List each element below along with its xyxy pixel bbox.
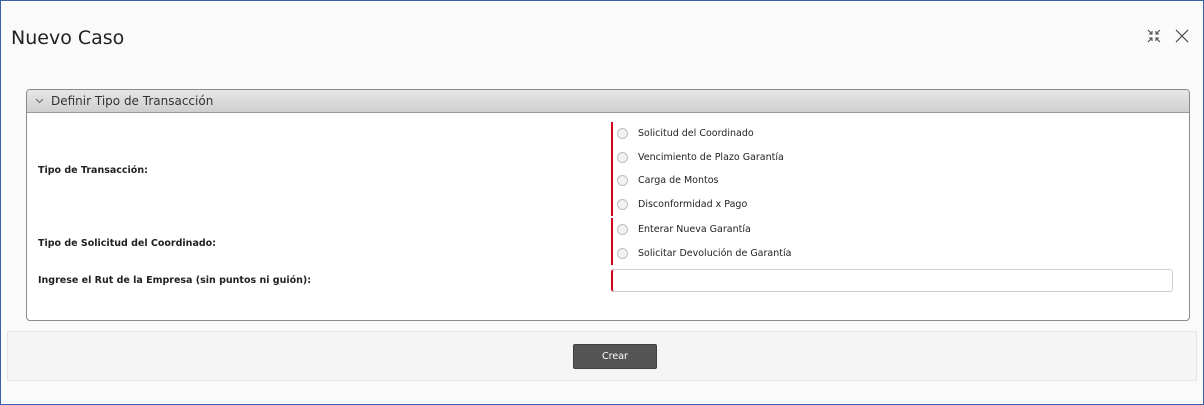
tipo-transaccion-label: Tipo de Transacción:	[38, 165, 148, 176]
radio-label: Disconformidad x Pago	[638, 198, 748, 210]
rut-input[interactable]	[611, 269, 1173, 292]
crear-button[interactable]: Crear	[573, 344, 657, 369]
radio-option-disconformidad-pago[interactable]: Disconformidad x Pago	[613, 193, 784, 217]
nuevo-caso-dialog: Nuevo Caso Definir Tipo de Transacción T…	[0, 0, 1204, 405]
radio-label: Solicitud del Coordinado	[638, 128, 754, 140]
radio-option-solicitud-coordinado[interactable]: Solicitud del Coordinado	[613, 122, 784, 146]
radio-label: Vencimiento de Plazo Garantía	[638, 151, 784, 163]
tipo-transaccion-radio-group: Solicitud del Coordinado Vencimiento de …	[611, 122, 784, 216]
radio-button[interactable]	[617, 175, 628, 187]
close-icon[interactable]	[1173, 27, 1191, 45]
dialog-footer: Crear	[7, 331, 1197, 381]
radio-label: Solicitar Devolución de Garantía	[638, 247, 792, 259]
radio-button[interactable]	[617, 198, 628, 210]
transaction-type-panel: Definir Tipo de Transacción Tipo de Tran…	[26, 89, 1190, 321]
rut-label: Ingrese el Rut de la Empresa (sin puntos…	[38, 275, 312, 286]
chevron-down-icon	[35, 96, 45, 106]
radio-button[interactable]	[617, 224, 628, 236]
radio-button[interactable]	[617, 128, 628, 140]
header-icons	[1145, 27, 1191, 45]
dialog-header: Nuevo Caso	[1, 1, 1203, 73]
radio-option-carga-montos[interactable]: Carga de Montos	[613, 169, 784, 193]
radio-button[interactable]	[617, 151, 628, 163]
radio-label: Enterar Nueva Garantía	[638, 224, 751, 236]
panel-title: Definir Tipo de Transacción	[51, 94, 214, 108]
collapse-icon[interactable]	[1145, 27, 1163, 45]
panel-header[interactable]: Definir Tipo de Transacción	[27, 90, 1189, 113]
tipo-solicitud-radio-group: Enterar Nueva Garantía Solicitar Devoluc…	[611, 218, 791, 265]
dialog-title: Nuevo Caso	[11, 27, 125, 49]
radio-button[interactable]	[617, 247, 628, 259]
tipo-solicitud-label: Tipo de Solicitud del Coordinado:	[38, 238, 216, 249]
radio-label: Carga de Montos	[638, 175, 719, 187]
radio-option-devolucion-garantia[interactable]: Solicitar Devolución de Garantía	[613, 242, 791, 266]
radio-option-enterar-garantia[interactable]: Enterar Nueva Garantía	[613, 218, 791, 242]
radio-option-vencimiento-plazo[interactable]: Vencimiento de Plazo Garantía	[613, 146, 784, 170]
